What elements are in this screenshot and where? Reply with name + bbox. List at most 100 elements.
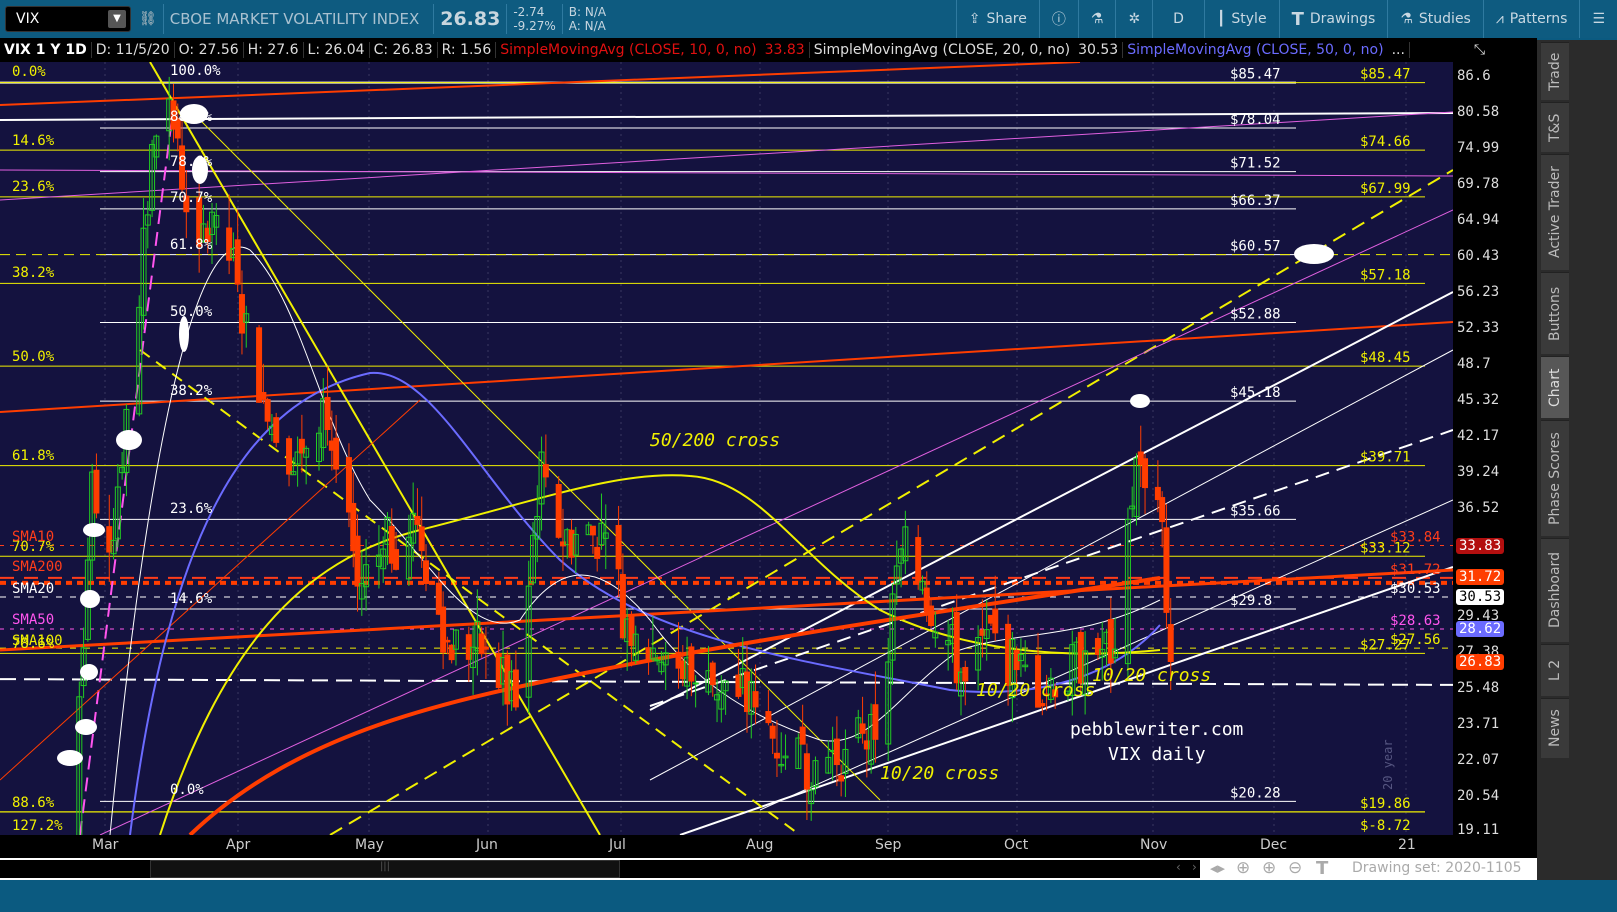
- trend-line[interactable]: [649, 429, 1453, 707]
- annotation-10-20-cross: 10/20 cross: [1092, 665, 1211, 686]
- sidebar-tab-active-trader[interactable]: Active Trader: [1541, 154, 1569, 270]
- fib-price-label: $29.8: [1230, 593, 1272, 609]
- trend-line[interactable]: [329, 169, 1453, 835]
- marker[interactable]: [1130, 394, 1150, 408]
- chart-scrollbar[interactable]: ||| ‹ › ◂▸ ⊕ ⊕ ⊖ T Drawing set: 2020-110…: [0, 858, 1537, 880]
- expand-icon[interactable]: ⤡: [1470, 42, 1489, 58]
- marker[interactable]: [57, 750, 83, 766]
- scroll-left-icon[interactable]: ‹: [1176, 860, 1181, 874]
- fib-pct-label: 100.0%: [170, 63, 221, 79]
- candle[interactable]: [1163, 503, 1170, 629]
- marker[interactable]: [75, 719, 97, 735]
- fib-pct-label: 23.6%: [170, 501, 213, 517]
- fib-price-label: $-8.72: [1360, 818, 1411, 834]
- link-icon[interactable]: ⛓: [139, 11, 157, 27]
- candle[interactable]: [555, 476, 562, 539]
- chart-canvas[interactable]: $85.47 100.0% $78.04 88.6% $71.52 78.6% $66.37…: [0, 62, 1453, 835]
- text-icon[interactable]: T: [1316, 858, 1328, 879]
- candle[interactable]: [1142, 454, 1149, 514]
- candle[interactable]: [512, 650, 519, 711]
- sidebar-tab-trade[interactable]: Trade: [1541, 42, 1569, 100]
- more-studies[interactable]: ...: [1388, 42, 1410, 58]
- trend-line[interactable]: [189, 109, 881, 801]
- sidebar-tab-news[interactable]: News: [1541, 698, 1569, 758]
- style-button[interactable]: ┃ Style: [1203, 0, 1279, 38]
- candle-body: [555, 484, 562, 538]
- fib-pct-label: 61.8%: [12, 448, 55, 464]
- trend-line[interactable]: [149, 62, 601, 835]
- marker[interactable]: [80, 590, 100, 608]
- fib-price-label: $85.47: [1230, 67, 1281, 83]
- aggregation-button[interactable]: D: [1152, 0, 1204, 38]
- sma20-study[interactable]: SimpleMovingAvg (CLOSE, 20, 0, no): [810, 42, 1074, 58]
- candle[interactable]: [226, 194, 233, 275]
- sma50-label: SMA50: [12, 612, 54, 628]
- sidebar-tab-phase-scores[interactable]: Phase Scores: [1541, 420, 1569, 536]
- candle[interactable]: [106, 494, 113, 583]
- trend-line[interactable]: [139, 349, 801, 835]
- marker[interactable]: [80, 664, 98, 680]
- sidebar-tab-t-s[interactable]: T&S: [1541, 102, 1569, 152]
- crosshair-icon[interactable]: ⊕: [1236, 858, 1250, 878]
- candle[interactable]: [803, 743, 810, 820]
- info-button[interactable]: ⓘ: [1038, 0, 1078, 38]
- annotation-50-200-cross: 50/200 cross: [650, 430, 780, 451]
- candle[interactable]: [769, 723, 776, 755]
- candle[interactable]: [598, 493, 605, 550]
- sidebar-tab-chart[interactable]: Chart: [1541, 356, 1569, 418]
- candle[interactable]: [765, 689, 772, 726]
- candle[interactable]: [264, 397, 271, 430]
- support-line[interactable]: [0, 678, 1453, 686]
- candle[interactable]: [256, 324, 263, 403]
- marker[interactable]: [83, 523, 105, 537]
- fib-price-label: $74.66: [1360, 134, 1411, 150]
- sidebar-tab-l-2[interactable]: L 2: [1541, 644, 1569, 696]
- expand-time-icon[interactable]: ◂▸: [1210, 859, 1225, 877]
- candle[interactable]: [423, 544, 429, 592]
- candle[interactable]: [825, 740, 832, 774]
- candle[interactable]: [234, 209, 241, 293]
- studies-button[interactable]: ⚗ Studies: [1387, 0, 1483, 38]
- symbol-selector[interactable]: VIX ▼: [5, 6, 131, 32]
- sma10-study[interactable]: SimpleMovingAvg (CLOSE, 10, 0, no): [496, 42, 760, 58]
- candle[interactable]: [414, 488, 421, 530]
- candle[interactable]: [778, 732, 785, 774]
- scroll-thumb[interactable]: |||: [150, 860, 620, 878]
- trend-line[interactable]: [649, 291, 1453, 711]
- candle[interactable]: [273, 412, 280, 448]
- symbol-description: CBOE MARKET VOLATILITY INDEX: [169, 10, 420, 28]
- share-button[interactable]: ⇪ Share: [955, 0, 1039, 38]
- marker[interactable]: [116, 430, 142, 450]
- candle[interactable]: [333, 415, 340, 483]
- price-chart[interactable]: $85.47 100.0% $78.04 88.6% $71.52 78.6% $66.37…: [0, 62, 1453, 835]
- vertical-note: 20 year: [1381, 739, 1395, 790]
- candle-body: [803, 753, 810, 790]
- candle-body: [752, 691, 759, 708]
- marker[interactable]: [1294, 244, 1334, 264]
- sma10-label: SMA10: [12, 529, 54, 545]
- sidebar-tab-dashboard[interactable]: Dashboard: [1541, 538, 1569, 642]
- zoom-in-icon[interactable]: ⊕: [1262, 858, 1276, 878]
- candle[interactable]: [93, 453, 100, 519]
- flask-button[interactable]: ⚗: [1077, 0, 1116, 38]
- candle[interactable]: [114, 464, 121, 548]
- date-axis[interactable]: Mar Apr May Jun Jul Aug Sep Oct Nov Dec 21: [0, 835, 1453, 858]
- patterns-button[interactable]: ⩘ Patterns: [1482, 0, 1580, 38]
- chevron-down-icon[interactable]: ▼: [108, 10, 126, 28]
- menu-button[interactable]: ☰: [1579, 0, 1617, 38]
- settings-button[interactable]: ✲: [1115, 0, 1152, 38]
- marker[interactable]: [179, 316, 189, 352]
- candle[interactable]: [915, 525, 922, 590]
- sma50-study[interactable]: SimpleMovingAvg (CLOSE, 50, 0, no): [1123, 42, 1387, 58]
- candle[interactable]: [286, 435, 293, 487]
- zoom-out-icon[interactable]: ⊖: [1288, 858, 1302, 878]
- scroll-right-icon[interactable]: ›: [1192, 860, 1197, 874]
- drawings-button[interactable]: T Drawings: [1278, 0, 1388, 38]
- candle-body: [1039, 703, 1046, 707]
- candle[interactable]: [992, 575, 999, 641]
- candle[interactable]: [902, 510, 909, 575]
- drawing-set-selector[interactable]: Drawing set: 2020-1105: [1352, 860, 1522, 876]
- price-axis[interactable]: 86.6 80.58 74.99 69.78 64.94 60.43 56.23 52.33 4…: [1453, 62, 1537, 858]
- sidebar-tab-buttons[interactable]: Buttons: [1541, 272, 1569, 354]
- trend-line[interactable]: [0, 399, 421, 781]
